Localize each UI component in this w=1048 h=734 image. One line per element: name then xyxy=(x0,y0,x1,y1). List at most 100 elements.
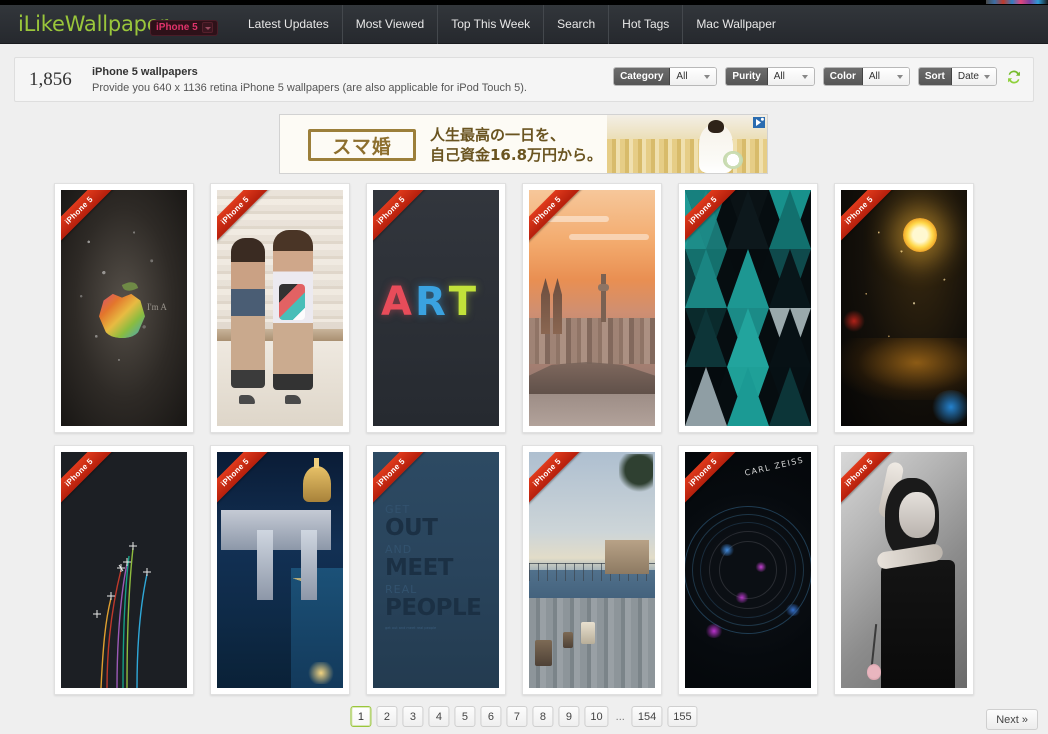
wallpaper-thumb-get-out-poster[interactable]: GET OUT AND MEET REAL PEOPLE get out and… xyxy=(366,445,506,695)
page-button-6[interactable]: 6 xyxy=(480,706,502,727)
ad-photo-crowd xyxy=(607,139,767,173)
filter-purity-label: Purity xyxy=(726,68,768,85)
wallpaper-thumb-budapest-night[interactable]: iPhone 5 xyxy=(210,445,350,695)
page-title: iPhone 5 wallpapers xyxy=(92,66,198,78)
wallpaper-thumb-art-typography[interactable]: A R T iPhone 5 xyxy=(366,183,506,433)
wallpaper-thumb-golden-sun[interactable]: iPhone 5 xyxy=(834,183,974,433)
filter-purity-value[interactable]: All xyxy=(767,68,814,85)
ad-copy-line-1: 人生最高の一日を、 xyxy=(430,126,566,144)
poster-footnote: get out and meet real people xyxy=(385,626,437,630)
poster-line-and: AND xyxy=(385,543,413,556)
art-letters: A R T xyxy=(381,282,476,322)
site-header: iLikeWallpaper iPhone 5 Latest Updates M… xyxy=(0,5,1048,44)
poster-line-meet: MEET xyxy=(385,555,454,581)
filter-sort-selected: Date xyxy=(957,71,979,82)
lens-flare-purple xyxy=(705,624,723,638)
filter-sort-value[interactable]: Date xyxy=(951,68,996,85)
wallpaper-thumb-seaside-pier[interactable]: iPhone 5 xyxy=(522,445,662,695)
refresh-icon[interactable] xyxy=(1005,68,1023,86)
blue-bokeh xyxy=(931,390,967,424)
wallpaper-image: iPhone 5 xyxy=(841,190,967,426)
wallpaper-gallery: I'm A iPhone 5 iPhone 5 A R T iPhone 5 i… xyxy=(54,183,994,695)
tv-tower xyxy=(598,274,609,322)
lantern xyxy=(581,622,595,644)
wallpaper-image: A R T iPhone 5 xyxy=(373,190,499,426)
wallpaper-thumb-minimal-lines[interactable]: iPhone 5 xyxy=(54,445,194,695)
filter-color-selected: All xyxy=(868,71,880,82)
info-bar: 1,856 iPhone 5 wallpapers Provide you 64… xyxy=(14,57,1034,102)
device-selector-badge[interactable]: iPhone 5 xyxy=(150,20,218,36)
filter-category-value[interactable]: All xyxy=(670,68,717,85)
page-button-4[interactable]: 4 xyxy=(428,706,450,727)
filter-color-label: Color xyxy=(823,68,863,85)
wallpaper-thumb-bw-portrait[interactable]: iPhone 5 xyxy=(834,445,974,695)
wallpaper-image: iPhone 5 xyxy=(685,190,811,426)
nav-item-mac-wallpaper[interactable]: Mac Wallpaper xyxy=(683,5,789,44)
iphone5-ribbon: iPhone 5 xyxy=(529,452,587,513)
ad-photo xyxy=(607,115,767,173)
wallpaper-image: CARL ZEISS iPhone 5 xyxy=(685,452,811,688)
page-button-7[interactable]: 7 xyxy=(506,706,528,727)
heel-left xyxy=(239,395,255,404)
filter-sort[interactable]: Sort Date xyxy=(917,67,997,86)
lens-flare-blue xyxy=(719,544,735,556)
site-logo[interactable]: iLikeWallpaper xyxy=(18,12,168,36)
chevron-down-icon xyxy=(801,74,808,79)
page-button-154[interactable]: 154 xyxy=(631,706,663,727)
page-button-5[interactable]: 5 xyxy=(454,706,476,727)
wallpaper-thumb-carl-zeiss-lens[interactable]: CARL ZEISS iPhone 5 xyxy=(678,445,818,695)
wallpaper-caption: I'm A xyxy=(147,302,167,312)
wallpaper-thumb-apple-splatter[interactable]: I'm A iPhone 5 xyxy=(54,183,194,433)
page-button-3[interactable]: 3 xyxy=(402,706,424,727)
pagination-ellipsis: ... xyxy=(615,710,625,723)
nav-item-most-viewed[interactable]: Most Viewed xyxy=(343,5,439,44)
nav-item-search[interactable]: Search xyxy=(544,5,610,44)
ad-copy: 人生最高の一日を、 自己資金16.8万円から。 xyxy=(430,125,602,165)
ad-photo-bouquet xyxy=(723,151,743,169)
river-shape xyxy=(529,394,655,426)
poster-line-real: REAL xyxy=(385,583,418,596)
nav-item-latest-updates[interactable]: Latest Updates xyxy=(235,5,343,44)
nav-item-hot-tags[interactable]: Hot Tags xyxy=(609,5,684,44)
page-button-9[interactable]: 9 xyxy=(558,706,580,727)
page-button-8[interactable]: 8 xyxy=(532,706,554,727)
wallpaper-count: 1,856 xyxy=(29,69,72,90)
wallpaper-image: I'm A iPhone 5 xyxy=(61,190,187,426)
lens-flare-purple xyxy=(735,592,749,603)
bridge-shape xyxy=(529,362,655,396)
rose-bloom xyxy=(867,664,881,680)
ad-photo-bride-hair xyxy=(708,120,724,133)
page-button-1[interactable]: 1 xyxy=(350,706,372,727)
filter-color[interactable]: Color All xyxy=(822,67,910,86)
page-button-155[interactable]: 155 xyxy=(667,706,698,727)
bridge-lights xyxy=(223,578,301,688)
cathedral-spire xyxy=(553,278,562,334)
chevron-down-icon xyxy=(704,74,711,79)
poster-line-people: PEOPLE xyxy=(385,595,482,621)
lens-brand-text: CARL ZEISS xyxy=(744,455,806,478)
lens-flare-purple xyxy=(755,562,767,572)
wallpaper-thumb-cologne-sunset[interactable]: iPhone 5 xyxy=(522,183,662,433)
figure-left xyxy=(231,238,265,388)
filter-color-value[interactable]: All xyxy=(862,68,909,85)
light-glow xyxy=(307,662,335,684)
advertisement-banner[interactable]: スマ婚 人生最高の一日を、 自己資金16.8万円から。 xyxy=(279,114,768,174)
adchoices-icon[interactable] xyxy=(753,117,765,128)
page-button-2[interactable]: 2 xyxy=(376,706,398,727)
ad-logo: スマ婚 xyxy=(308,129,416,161)
filter-purity[interactable]: Purity All xyxy=(725,67,815,86)
rose-stem xyxy=(870,624,878,666)
filter-category[interactable]: Category All xyxy=(613,67,718,86)
filter-category-label: Category xyxy=(614,68,671,85)
iphone5-ribbon: iPhone 5 xyxy=(685,452,743,513)
next-page-button[interactable]: Next » xyxy=(986,709,1038,730)
wallpaper-thumb-two-women[interactable]: iPhone 5 xyxy=(210,183,350,433)
browser-color-swatches xyxy=(986,0,1048,4)
art-letter-r: R xyxy=(414,279,446,325)
wallpaper-image: iPhone 5 xyxy=(61,452,187,688)
nav-item-top-this-week[interactable]: Top This Week xyxy=(438,5,545,44)
page-button-10[interactable]: 10 xyxy=(584,706,609,727)
wallpaper-thumb-teal-triangles[interactable]: iPhone 5 xyxy=(678,183,818,433)
face-shape xyxy=(899,492,935,538)
chevron-down-icon xyxy=(201,22,213,33)
